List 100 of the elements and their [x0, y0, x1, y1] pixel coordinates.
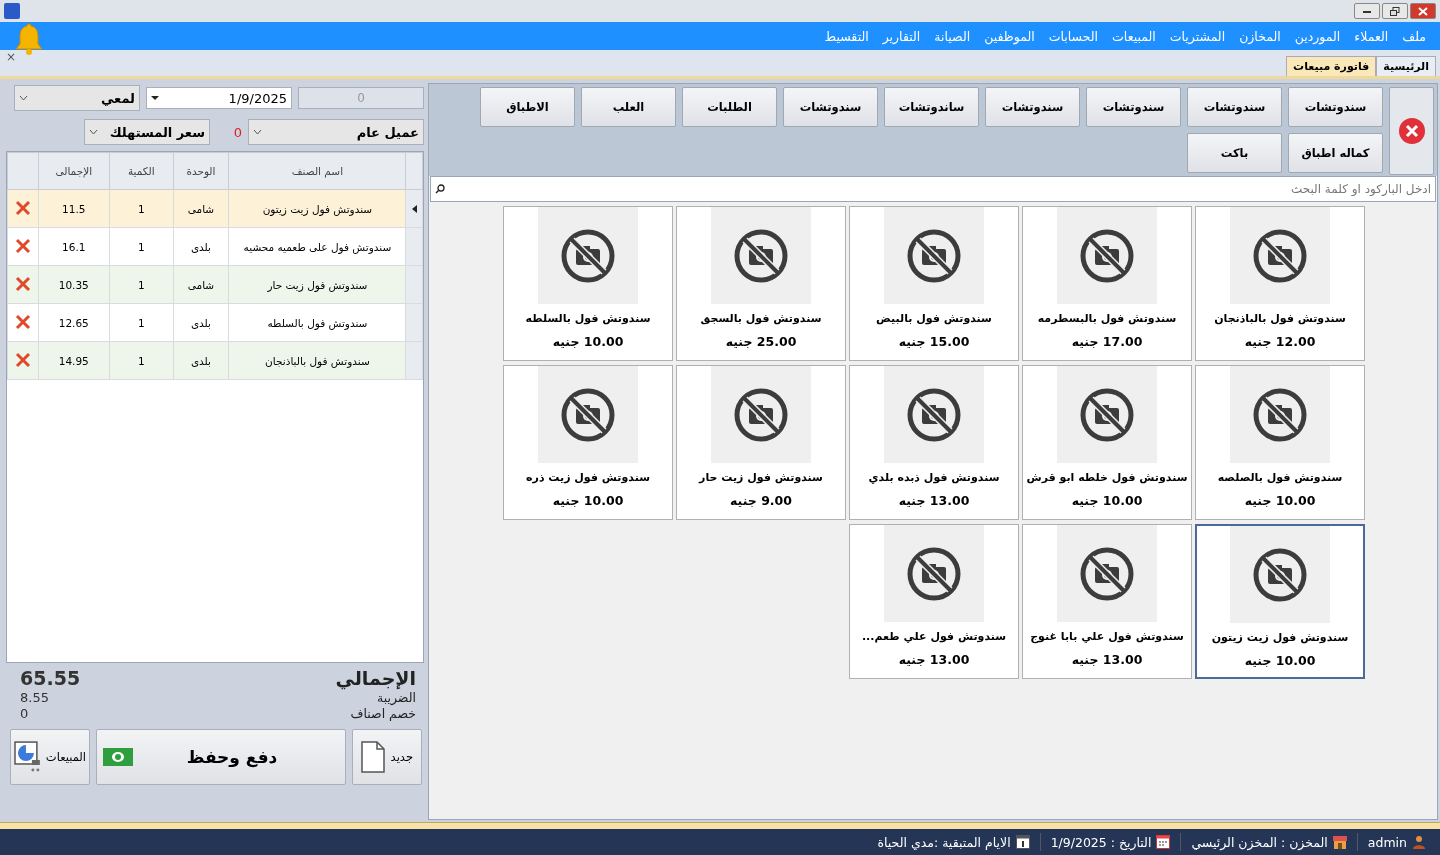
category-button[interactable]: سندوتشات [1187, 87, 1282, 127]
table-cell: 12.65 [58, 316, 89, 329]
product-name: سندوتش فول بالصلصه [1217, 471, 1343, 484]
table-cell: 10.35 [58, 278, 89, 291]
product-card[interactable]: سندوتش فول بالبيض 15.00 جنيه [849, 206, 1019, 361]
app-logo-icon [4, 3, 20, 19]
product-card[interactable]: سندوتش فول زيت ذره 10.00 جنيه [503, 365, 673, 520]
product-card[interactable]: سندوتش فول بالصلصه 10.00 جنيه [1195, 365, 1365, 520]
column-header[interactable]: الوحدة [173, 152, 229, 190]
user-dropdown[interactable]: لمعي [14, 85, 140, 111]
table-cell: سندوتش فول على طعميه محشيه [243, 240, 392, 253]
no-photo-icon [906, 545, 962, 602]
no-photo-icon [560, 227, 616, 284]
search-field[interactable]: ادخل الباركود او كلمة البحث [430, 176, 1436, 202]
column-header[interactable]: الكمية [109, 152, 173, 190]
product-card[interactable]: سندوتش فول بالسلطه 10.00 جنيه [503, 206, 673, 361]
product-name: سندوتش فول زيت ذره [526, 471, 650, 484]
product-name: سندوتش فول بالسجق [700, 312, 822, 325]
discount-value: 0 [20, 706, 29, 721]
restore-icon [1390, 6, 1400, 16]
product-card[interactable]: سندوتش فول زيت حار 9.00 جنيه [676, 365, 846, 520]
product-card[interactable]: سندوتش فول خلطه ابو قرش 10.00 جنيه [1022, 365, 1192, 520]
caret-icon [151, 96, 159, 100]
category-button[interactable]: باكت [1187, 133, 1282, 173]
minimize-button[interactable] [1354, 3, 1380, 19]
customer-dropdown[interactable]: عميل عام [248, 119, 424, 145]
delete-icon[interactable] [14, 237, 31, 254]
category-button[interactable]: الاطباق [480, 87, 575, 127]
table-cell: شامى [187, 278, 215, 291]
table-cell: بلدى [190, 354, 212, 367]
pay-save-button[interactable]: دفع وحفظ [96, 729, 346, 785]
product-card[interactable]: سندوتش فول بالبسطرمه 17.00 جنيه [1022, 206, 1192, 361]
product-name: سندوتش فول بالباذنجان [1214, 312, 1346, 325]
no-photo-icon [1079, 386, 1135, 443]
product-card[interactable]: سندوتش فول ذبده بلدي 13.00 جنيه [849, 365, 1019, 520]
product-card[interactable]: سندوتش فول بالباذنجان 12.00 جنيه [1195, 206, 1365, 361]
close-button[interactable] [1410, 3, 1436, 19]
delete-icon[interactable] [14, 199, 31, 216]
no-photo-icon [1252, 227, 1308, 284]
product-card[interactable]: سندوتش فول زيت زيتون 10.00 جنيه [1195, 524, 1365, 679]
close-icon [1418, 6, 1428, 16]
new-button[interactable]: جديد [352, 729, 422, 785]
delete-icon[interactable] [14, 275, 31, 292]
category-button[interactable]: الطلبات [682, 87, 777, 127]
sales-button[interactable]: المبيعات [10, 729, 90, 785]
no-photo-icon [1252, 546, 1308, 603]
product-price: 10.00 جنيه [552, 493, 624, 508]
column-header[interactable]: اسم الصنف [228, 152, 406, 190]
category-button[interactable]: سندوتشات [985, 87, 1080, 127]
status-days: الايام المتبقية :مدي الحياة [877, 834, 1011, 850]
table-cell: 14.95 [58, 354, 89, 367]
close-button[interactable] [1389, 87, 1434, 175]
table-cell: 1 [137, 316, 145, 329]
close-tab-button[interactable]: × [6, 50, 17, 64]
category-button[interactable]: العلب [581, 87, 676, 127]
column-header[interactable]: الإجمالى [38, 152, 110, 190]
price-list-dropdown[interactable]: سعر المستهلك [84, 119, 210, 145]
table-cell: 1 [137, 278, 145, 291]
search-icon [435, 184, 445, 194]
caret-icon [89, 129, 98, 135]
tab[interactable]: فاتورة مبيعات [1286, 56, 1377, 76]
product-name: سندوتش فول بالبيض [876, 312, 992, 325]
total-value: 65.55 [20, 667, 81, 689]
product-price: 13.00 جنيه [898, 652, 970, 667]
table-cell: 1 [137, 202, 145, 215]
category-button[interactable]: سندوتشات [1288, 87, 1383, 127]
category-button[interactable]: كماله اطباق [1288, 133, 1383, 173]
category-button[interactable]: سندوتشات [783, 87, 878, 127]
no-photo-icon [733, 227, 789, 284]
table-cell: 11.5 [62, 202, 86, 215]
table-cell: 16.1 [62, 240, 86, 253]
product-price: 10.00 جنيه [1244, 653, 1316, 668]
product-name: سندوتش فول علي طعم... [861, 630, 1007, 643]
status-store: المخزن : المخزن الرئيسي [1191, 834, 1328, 850]
product-card[interactable]: سندوتش فول علي بابا غنوج 13.00 جنيه [1022, 524, 1192, 679]
table-cell: 1 [137, 354, 145, 367]
restore-button[interactable] [1382, 3, 1408, 19]
product-card[interactable]: سندوتش فول بالسجق 25.00 جنيه [676, 206, 846, 361]
product-price: 17.00 جنيه [1071, 334, 1143, 349]
category-button[interactable]: ساندوتشات [884, 87, 979, 127]
delete-icon[interactable] [14, 351, 31, 368]
category-button[interactable]: سندوتشات [1086, 87, 1181, 127]
product-card[interactable]: سندوتش فول علي طعم... 13.00 جنيه [849, 524, 1019, 679]
document-icon [361, 741, 385, 773]
table-cell: بلدى [190, 316, 212, 329]
product-price: 15.00 جنيه [898, 334, 970, 349]
table-cell: سندوتش فول زيت زيتون [262, 202, 373, 215]
tax-label: الضريبة [377, 690, 416, 705]
row-pointer-icon [411, 204, 417, 213]
bell-icon[interactable] [14, 22, 44, 56]
date-picker[interactable]: 1/9/2025 [146, 87, 292, 109]
status-date: التاريخ : 1/9/2025 [1050, 834, 1152, 850]
tab[interactable]: الرئيسية [1376, 56, 1436, 76]
close-icon [1397, 117, 1426, 145]
calendar-icon [1156, 835, 1171, 849]
product-name: سندوتش فول ذبده بلدي [868, 471, 1000, 484]
delete-icon[interactable] [14, 313, 31, 330]
no-photo-icon [1252, 386, 1308, 443]
product-name: سندوتش فول بالبسطرمه [1037, 312, 1177, 325]
table-cell: شامى [187, 202, 215, 215]
